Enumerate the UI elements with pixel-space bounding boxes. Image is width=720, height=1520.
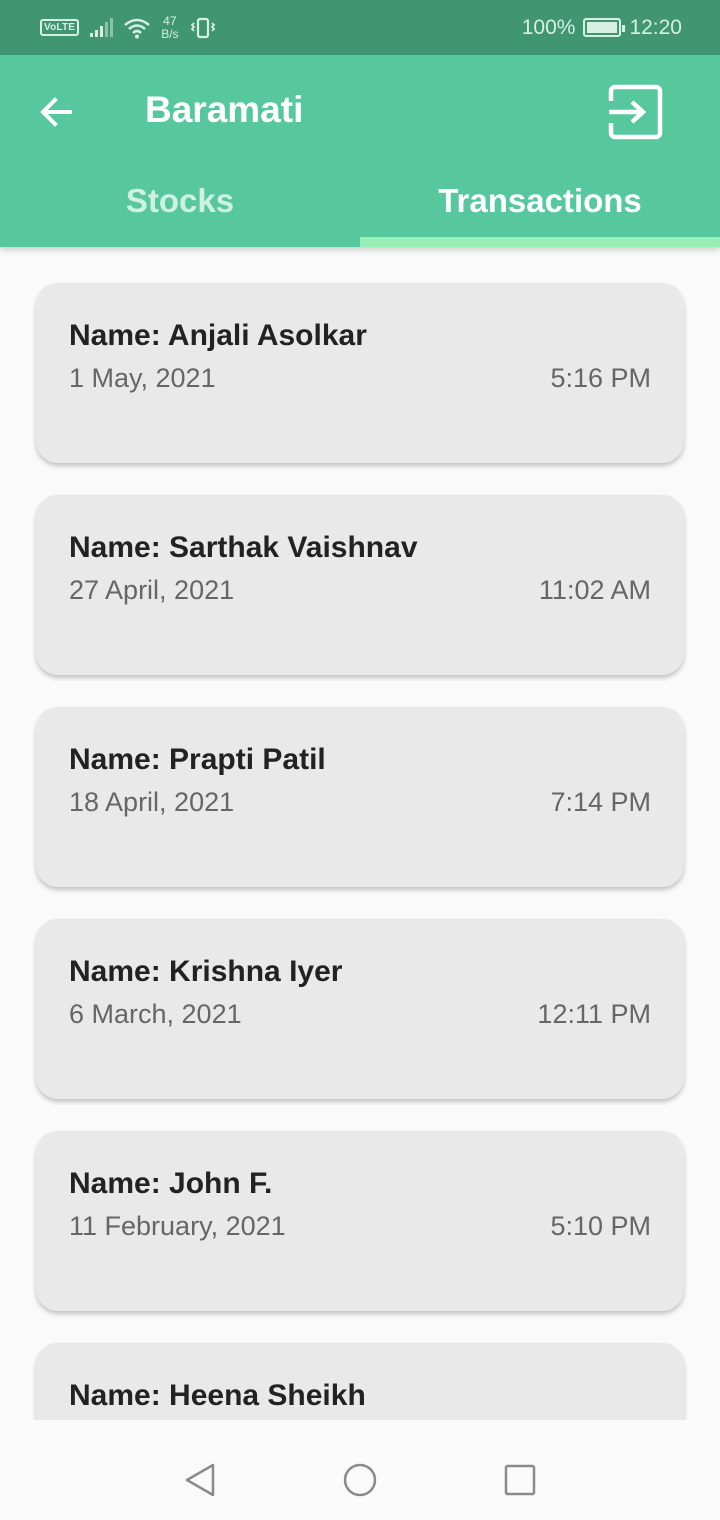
system-nav-bar xyxy=(0,1440,720,1520)
transaction-time: 12:11 PM xyxy=(537,999,651,1029)
back-arrow-icon xyxy=(40,97,72,127)
transaction-date: 1 May, 2021 xyxy=(69,363,216,393)
nav-back-button[interactable] xyxy=(182,1462,218,1498)
transaction-card[interactable]: Name: Krishna Iyer 6 March, 2021 12:11 P… xyxy=(36,919,684,1099)
battery-fill xyxy=(587,22,618,33)
transaction-card[interactable]: Name: John F. 11 February, 2021 5:10 PM xyxy=(36,1131,684,1311)
tab-label: Transactions xyxy=(438,182,642,219)
app-bar: Baramati Stocks Transactions xyxy=(0,55,720,247)
network-speed-value: 47 xyxy=(163,13,177,28)
back-button[interactable] xyxy=(36,92,76,132)
transaction-name: Name: John F. xyxy=(69,1167,273,1200)
vibrate-icon xyxy=(190,17,215,38)
transaction-name: Name: Anjali Asolkar xyxy=(69,319,367,352)
active-tab-indicator xyxy=(360,237,720,247)
tab-bar: Stocks Transactions xyxy=(0,155,720,247)
battery-icon xyxy=(583,18,626,37)
nav-recents-icon xyxy=(504,1464,536,1496)
status-left: VoLTE 47 B/s xyxy=(40,13,217,41)
nav-home-button[interactable] xyxy=(342,1462,378,1498)
tab-stocks[interactable]: Stocks xyxy=(0,155,360,247)
status-bar: VoLTE 47 B/s 100% 12:20 xyxy=(0,0,720,55)
tab-transactions[interactable]: Transactions xyxy=(360,155,720,247)
transaction-name: Name: Sarthak Vaishnav xyxy=(69,531,418,564)
wifi-icon xyxy=(124,18,150,38)
transaction-date: 11 February, 2021 xyxy=(69,1211,286,1241)
transaction-name: Name: Heena Sheikh xyxy=(69,1379,366,1412)
nav-home-icon xyxy=(343,1463,377,1497)
nav-back-icon xyxy=(185,1463,215,1497)
exit-button[interactable] xyxy=(606,83,664,141)
transaction-date: 6 March, 2021 xyxy=(69,999,242,1029)
network-speed-unit: B/s xyxy=(161,26,179,41)
transaction-card[interactable]: Name: Anjali Asolkar 1 May, 2021 5:16 PM xyxy=(36,283,684,463)
volte-badge: VoLTE xyxy=(40,19,80,36)
status-right: 100% 12:20 xyxy=(522,16,682,40)
signal-icon xyxy=(90,17,114,37)
network-speed: 47 B/s xyxy=(161,13,179,41)
transaction-time: 7:14 PM xyxy=(550,787,651,817)
transaction-card[interactable]: Name: Heena Sheikh xyxy=(36,1343,684,1420)
transaction-card[interactable]: Name: Sarthak Vaishnav 27 April, 2021 11… xyxy=(36,495,684,675)
tab-label: Stocks xyxy=(125,182,235,219)
transaction-date: 18 April, 2021 xyxy=(69,787,235,817)
transaction-card[interactable]: Name: Prapti Patil 18 April, 2021 7:14 P… xyxy=(36,707,684,887)
transaction-name: Name: Prapti Patil xyxy=(69,743,326,776)
transaction-list[interactable]: Name: Anjali Asolkar 1 May, 2021 5:16 PM… xyxy=(0,247,720,1420)
transaction-date: 27 April, 2021 xyxy=(69,575,235,605)
nav-recents-button[interactable] xyxy=(502,1462,538,1498)
transaction-time: 5:16 PM xyxy=(550,363,651,393)
transaction-time: 11:02 AM xyxy=(538,575,651,605)
battery-percent: 100% xyxy=(521,15,576,39)
clock: 12:20 xyxy=(629,15,682,39)
transaction-name: Name: Krishna Iyer xyxy=(69,955,343,988)
exit-icon xyxy=(608,84,663,140)
page-title: Baramati xyxy=(145,89,304,130)
transaction-time: 5:10 PM xyxy=(550,1211,651,1241)
